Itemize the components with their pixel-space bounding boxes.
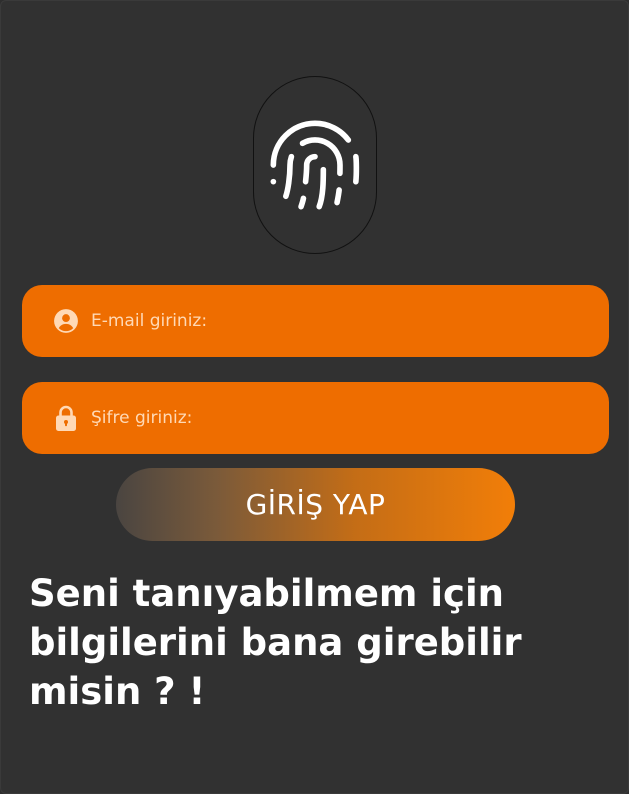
user-circle-icon: [53, 308, 79, 334]
password-field-container[interactable]: [22, 382, 609, 454]
login-button[interactable]: GİRİŞ YAP: [116, 468, 515, 541]
email-field-container[interactable]: [22, 285, 609, 357]
email-input[interactable]: [91, 301, 609, 341]
login-screen: GİRİŞ YAP Seni tanıyabilmem için bilgile…: [0, 0, 629, 794]
lock-icon: [53, 405, 79, 431]
fingerprint-scanner[interactable]: [253, 76, 377, 254]
password-input[interactable]: [91, 398, 609, 438]
prompt-heading: Seni tanıyabilmem için bilgilerini bana …: [29, 572, 522, 713]
fingerprint-icon: [270, 120, 360, 210]
